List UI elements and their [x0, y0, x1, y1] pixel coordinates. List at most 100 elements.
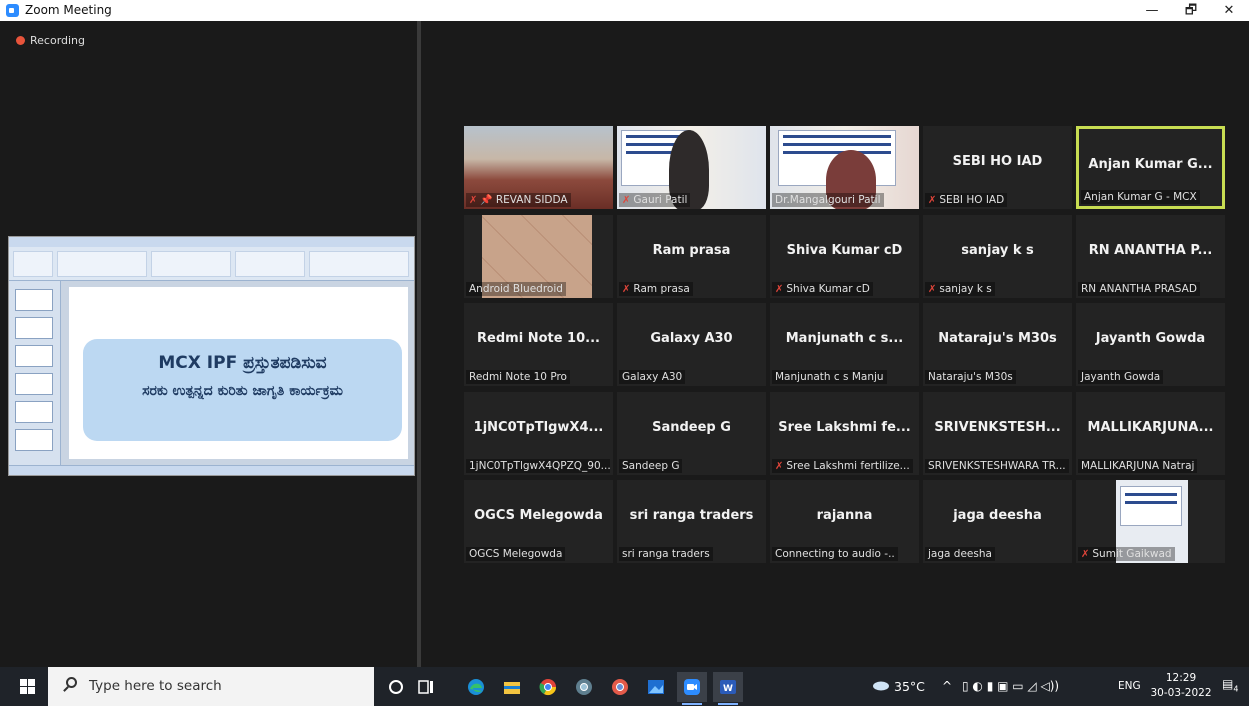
edge-icon[interactable]: [461, 672, 491, 702]
notification-icon[interactable]: ▤4: [1222, 677, 1238, 693]
participant-display-name: rajanna: [816, 508, 873, 523]
clock-time: 12:29: [1165, 672, 1197, 684]
restore-button[interactable]: 🗗: [1176, 0, 1206, 21]
participant-display-name: Jayanth Gowda: [1095, 331, 1206, 346]
participant-name-label: Redmi Note 10 Pro: [466, 370, 570, 384]
participant-name-label: MALLIKARJUNA Natraj: [1078, 458, 1198, 473]
file-explorer-icon[interactable]: [497, 672, 527, 702]
taskbar: Type here to search W 35°C ^ ▯ ◐ ▮ ▣ ▭ ◿…: [0, 667, 1249, 706]
participant-name-label: Manjunath c s Manju: [772, 370, 887, 384]
participant-tile[interactable]: ✗ Gauri Patil: [617, 126, 766, 209]
participant-tile[interactable]: rajanna Connecting to audio -..: [770, 480, 919, 563]
zoom-app-icon: [6, 4, 19, 17]
participant-name-label: Android Bluedroid: [466, 281, 566, 296]
participant-tile[interactable]: Shiva Kumar cD ✗ Shiva Kumar cD: [770, 214, 919, 298]
window-title: Zoom Meeting: [25, 3, 112, 17]
participant-name-label: ✗ 📌 REVAN SIDDA: [466, 193, 571, 207]
participant-label-text: RN ANANTHA PRASAD: [1081, 282, 1197, 295]
participant-tile[interactable]: ✗ 📌 REVAN SIDDA: [464, 126, 613, 209]
weather-temperature[interactable]: 35°C: [894, 679, 925, 694]
minimize-button[interactable]: —: [1137, 0, 1167, 21]
chrome-icon[interactable]: [533, 672, 563, 702]
search-icon: [66, 677, 77, 688]
zoom-icon[interactable]: [677, 672, 707, 705]
close-button[interactable]: ✕: [1214, 0, 1244, 21]
ribbon-group: [57, 251, 147, 277]
participant-display-name: sanjay k s: [961, 242, 1034, 258]
participant-name-label: Sandeep G: [619, 458, 683, 473]
participant-tile[interactable]: sri ranga traders sri ranga traders: [617, 480, 766, 563]
participant-name-label: ✗ sanjay k s: [925, 281, 995, 296]
participant-tile[interactable]: Redmi Note 10... Redmi Note 10 Pro: [464, 303, 613, 386]
participant-label-text: Nataraju's M30s: [928, 371, 1013, 383]
chrome-profile-icon[interactable]: [569, 672, 599, 702]
participant-tile[interactable]: Ram prasa ✗ Ram prasa: [617, 214, 766, 298]
participant-display-name: OGCS Melegowda: [474, 508, 603, 523]
slide-thumbnail: [15, 373, 53, 395]
participant-display-name: sri ranga traders: [629, 508, 754, 523]
participant-tile[interactable]: Galaxy A30 Galaxy A30: [617, 303, 766, 386]
participant-name-label: ✗ Sree Lakshmi fertilize...: [772, 458, 913, 473]
ribbon-group: [235, 251, 305, 277]
slide-subtitle: ಸರಕು ಉತ್ಪನ್ನದ ಕುರಿತು ಜಾಗೃತಿ ಕಾರ್ಯಕ್ರಮ: [142, 383, 343, 399]
participant-label-text: OGCS Melegowda: [469, 548, 563, 560]
participant-label-text: Sumit Gaikwad: [1092, 548, 1172, 560]
task-view-icon[interactable]: [411, 672, 441, 702]
participant-label-text: Manjunath c s Manju: [775, 371, 884, 383]
participant-display-name: Anjan Kumar G...: [1088, 157, 1213, 172]
powerpoint-ribbon: [9, 237, 414, 281]
chevron-up-icon[interactable]: ^: [942, 679, 952, 693]
participant-display-name: Galaxy A30: [650, 331, 733, 346]
participant-tile[interactable]: Android Bluedroid: [464, 214, 613, 298]
participant-display-name: Shiva Kumar cD: [786, 242, 903, 258]
participant-name-label: Nataraju's M30s: [925, 370, 1016, 384]
participant-tile[interactable]: SEBI HO IAD ✗ SEBI HO IAD: [923, 126, 1072, 209]
shared-screen[interactable]: MCX IPF ಪ್ರಸ್ತುತಪಡಿಸುವ ಸರಕು ಉತ್ಪನ್ನದ ಕುರ…: [8, 236, 415, 476]
participant-display-name: Nataraju's M30s: [938, 331, 1057, 346]
slide-thumbnail: [15, 429, 53, 451]
participant-tile[interactable]: 1jNC0TpTlgwX4... 1jNC0TpTlgwX4QPZQ_90...: [464, 391, 613, 475]
participant-tile[interactable]: RN ANANTHA P... RN ANANTHA PRASAD: [1076, 214, 1225, 298]
chrome-alt-icon[interactable]: [605, 672, 635, 702]
participant-label-text: Shiva Kumar cD: [786, 282, 870, 295]
participant-display-name: jaga deesha: [953, 508, 1042, 523]
participant-label-text: Redmi Note 10 Pro: [469, 371, 567, 383]
participant-tile[interactable]: Anjan Kumar G... Anjan Kumar G - MCX: [1076, 126, 1225, 209]
participant-tile[interactable]: Jayanth Gowda Jayanth Gowda: [1076, 303, 1225, 386]
participant-tile[interactable]: Nataraju's M30s Nataraju's M30s: [923, 303, 1072, 386]
photos-icon[interactable]: [641, 672, 671, 702]
participant-tile[interactable]: sanjay k s ✗ sanjay k s: [923, 214, 1072, 298]
participant-tile[interactable]: MALLIKARJUNA... MALLIKARJUNA Natraj: [1076, 391, 1225, 475]
participant-name-label: ✗ Gauri Patil: [619, 193, 691, 207]
participant-name-label: ✗ SEBI HO IAD: [925, 193, 1008, 207]
participant-display-name: 1jNC0TpTlgwX4...: [473, 419, 604, 435]
word-icon[interactable]: W: [713, 672, 743, 705]
participant-tile[interactable]: Sree Lakshmi fe... ✗ Sree Lakshmi fertiliz…: [770, 391, 919, 475]
participant-tile[interactable]: OGCS Melegowda OGCS Melegowda: [464, 480, 613, 563]
tray-icons[interactable]: ▯ ◐ ▮ ▣ ▭ ◿ ◁)): [962, 679, 1059, 693]
slide-thumbnail: [15, 317, 53, 339]
recording-indicator[interactable]: Recording: [16, 34, 85, 47]
participant-name-label: sri ranga traders: [619, 547, 713, 561]
weather-icon[interactable]: [872, 679, 890, 693]
windows-start-icon[interactable]: [20, 679, 35, 694]
participant-label-text: Anjan Kumar G - MCX: [1084, 191, 1197, 203]
participant-tile[interactable]: Sandeep G Sandeep G: [617, 391, 766, 475]
taskbar-search[interactable]: Type here to search: [48, 667, 374, 706]
participant-name-label: Galaxy A30: [619, 370, 686, 384]
participant-tile[interactable]: ✗ Sumit Gaikwad: [1076, 480, 1225, 563]
ribbon-group: [309, 251, 409, 277]
muted-mic-icon: ✗: [928, 195, 937, 206]
participant-tile[interactable]: jaga deesha jaga deesha: [923, 480, 1072, 563]
clock[interactable]: 12:29 30-03-2022: [1150, 671, 1212, 701]
participant-tile[interactable]: Manjunath c s... Manjunath c s Manju: [770, 303, 919, 386]
participant-tile[interactable]: SRIVENKSTESH... SRIVENKSTESHWARA TR...: [923, 391, 1072, 475]
participant-label-text: sanjay k s: [939, 282, 992, 295]
slide-thumbnail: [15, 289, 53, 311]
cortana-icon[interactable]: [381, 672, 411, 702]
language-indicator[interactable]: ENG: [1118, 680, 1141, 692]
participant-tile[interactable]: Dr.Mangalgouri Patil: [770, 126, 919, 209]
svg-text:W: W: [723, 684, 733, 694]
participant-name-label: ✗ Ram prasa: [619, 281, 693, 296]
notification-count: 4: [1233, 684, 1239, 694]
